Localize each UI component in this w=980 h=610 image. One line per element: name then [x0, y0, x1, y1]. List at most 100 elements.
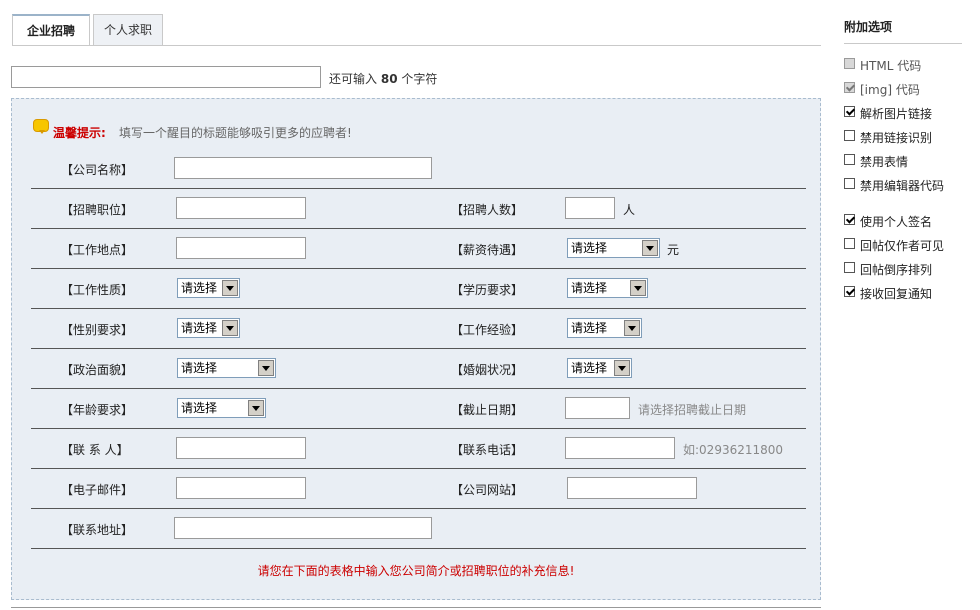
supplement-notice: 请您在下面的表格中输入您公司简介或招聘职位的补充信息! — [257, 564, 575, 578]
row-divider — [31, 428, 806, 429]
job-type-select[interactable]: 请选择 — [177, 278, 240, 298]
counter-suffix: 个字符 — [401, 72, 438, 86]
dropdown-arrow-icon — [642, 240, 658, 256]
phone-label: 【联系电话】 — [451, 443, 524, 457]
option-disable-smilies[interactable]: 禁用表情 — [844, 153, 964, 169]
option-label: HTML 代码 — [860, 59, 922, 73]
title-input[interactable] — [11, 66, 321, 88]
headcount-unit: 人 — [623, 203, 636, 217]
email-input[interactable] — [176, 477, 306, 499]
row-divider — [31, 308, 806, 309]
option-html-code: HTML 代码 — [844, 57, 964, 73]
editor-top-border — [11, 607, 821, 608]
option-label: 接收回复通知 — [860, 287, 933, 301]
dropdown-arrow-icon — [614, 360, 630, 376]
deadline-label: 【截止日期】 — [451, 403, 524, 417]
checkbox — [844, 58, 855, 69]
company-name-input[interactable] — [174, 157, 432, 179]
salary-unit: 元 — [667, 243, 680, 257]
tip-text: 填写一个醒目的标题能够吸引更多的应聘者! — [119, 126, 352, 140]
phone-hint: 如:02936211800 — [683, 443, 784, 457]
gender-label: 【性别要求】 — [61, 323, 134, 337]
address-input[interactable] — [174, 517, 432, 539]
option-disable-link-detection[interactable]: 禁用链接识别 — [844, 129, 964, 145]
location-input[interactable] — [176, 237, 306, 259]
checkbox[interactable] — [844, 286, 855, 297]
option-label: 禁用表情 — [860, 155, 909, 169]
marriage-label: 【婚姻状况】 — [451, 363, 524, 377]
dropdown-arrow-icon — [222, 320, 238, 336]
job-type-select-value: 请选择 — [181, 281, 218, 295]
option-use-signature[interactable]: 使用个人签名 — [844, 213, 964, 229]
phone-input[interactable] — [565, 437, 675, 459]
row-divider — [31, 388, 806, 389]
option-label: [img] 代码 — [860, 83, 920, 97]
option-label: 回帖倒序排列 — [860, 263, 933, 277]
email-label: 【电子邮件】 — [61, 483, 134, 497]
option-label: 解析图片链接 — [860, 107, 933, 121]
gender-select[interactable]: 请选择 — [177, 318, 240, 338]
age-select[interactable]: 请选择 — [177, 398, 266, 418]
salary-select-value: 请选择 — [571, 241, 608, 255]
website-label: 【公司网站】 — [451, 483, 524, 497]
education-select[interactable]: 请选择 — [567, 278, 648, 298]
option-label: 使用个人签名 — [860, 215, 933, 229]
marriage-select-value: 请选择 — [571, 361, 608, 375]
deadline-input[interactable] — [565, 397, 630, 419]
speech-bubble-icon — [33, 119, 49, 134]
politics-label: 【政治面貌】 — [61, 363, 134, 377]
option-disable-editor-code[interactable]: 禁用编辑器代码 — [844, 177, 964, 193]
salary-select[interactable]: 请选择 — [567, 238, 660, 258]
age-label: 【年龄要求】 — [61, 403, 134, 417]
tab-divider — [12, 45, 821, 46]
row-divider — [31, 228, 806, 229]
counter-value: 80 — [380, 72, 398, 86]
option-reply-reverse-order[interactable]: 回帖倒序排列 — [844, 261, 964, 277]
headcount-input[interactable] — [565, 197, 615, 219]
contact-input[interactable] — [176, 437, 306, 459]
row-divider — [31, 188, 806, 189]
experience-select[interactable]: 请选择 — [567, 318, 642, 338]
char-counter: 还可输入 80 个字符 — [329, 70, 437, 87]
option-reply-author-only[interactable]: 回帖仅作者可见 — [844, 237, 964, 253]
deadline-hint: 请选择招聘截止日期 — [638, 403, 747, 417]
checkbox[interactable] — [844, 238, 855, 249]
row-divider — [31, 508, 806, 509]
tip-label: 温馨提示: — [53, 126, 106, 140]
politics-select-value: 请选择 — [181, 361, 218, 375]
gender-select-value: 请选择 — [181, 321, 218, 335]
headcount-label: 【招聘人数】 — [451, 203, 524, 217]
website-input[interactable] — [567, 477, 697, 499]
tab-personal-job[interactable]: 个人求职 — [93, 14, 163, 45]
address-label: 【联系地址】 — [61, 523, 134, 537]
location-label: 【工作地点】 — [61, 243, 134, 257]
checkbox[interactable] — [844, 214, 855, 225]
position-input[interactable] — [176, 197, 306, 219]
row-divider — [31, 268, 806, 269]
marriage-select[interactable]: 请选择 — [567, 358, 632, 378]
checkbox[interactable] — [844, 262, 855, 273]
checkbox[interactable] — [844, 130, 855, 141]
education-select-value: 请选择 — [571, 281, 608, 295]
dropdown-arrow-icon — [222, 280, 238, 296]
checkbox[interactable] — [844, 178, 855, 189]
contact-label: 【联 系 人】 — [61, 443, 129, 457]
education-label: 【学历要求】 — [451, 283, 524, 297]
sidebar-divider — [844, 43, 962, 44]
checkbox[interactable] — [844, 154, 855, 165]
tab-company-recruit[interactable]: 企业招聘 — [12, 14, 90, 46]
row-divider — [31, 468, 806, 469]
option-receive-reply-notice[interactable]: 接收回复通知 — [844, 285, 964, 301]
option-parse-image-links[interactable]: 解析图片链接 — [844, 105, 964, 121]
politics-select[interactable]: 请选择 — [177, 358, 276, 378]
counter-prefix: 还可输入 — [329, 72, 378, 86]
dropdown-arrow-icon — [630, 280, 646, 296]
experience-label: 【工作经验】 — [451, 323, 524, 337]
option-img-code: [img] 代码 — [844, 81, 964, 97]
checkbox[interactable] — [844, 106, 855, 117]
salary-label: 【薪资待遇】 — [451, 243, 524, 257]
experience-select-value: 请选择 — [571, 321, 608, 335]
company-name-label: 【公司名称】 — [61, 163, 134, 177]
age-select-value: 请选择 — [181, 401, 218, 415]
option-label: 禁用编辑器代码 — [860, 179, 945, 193]
